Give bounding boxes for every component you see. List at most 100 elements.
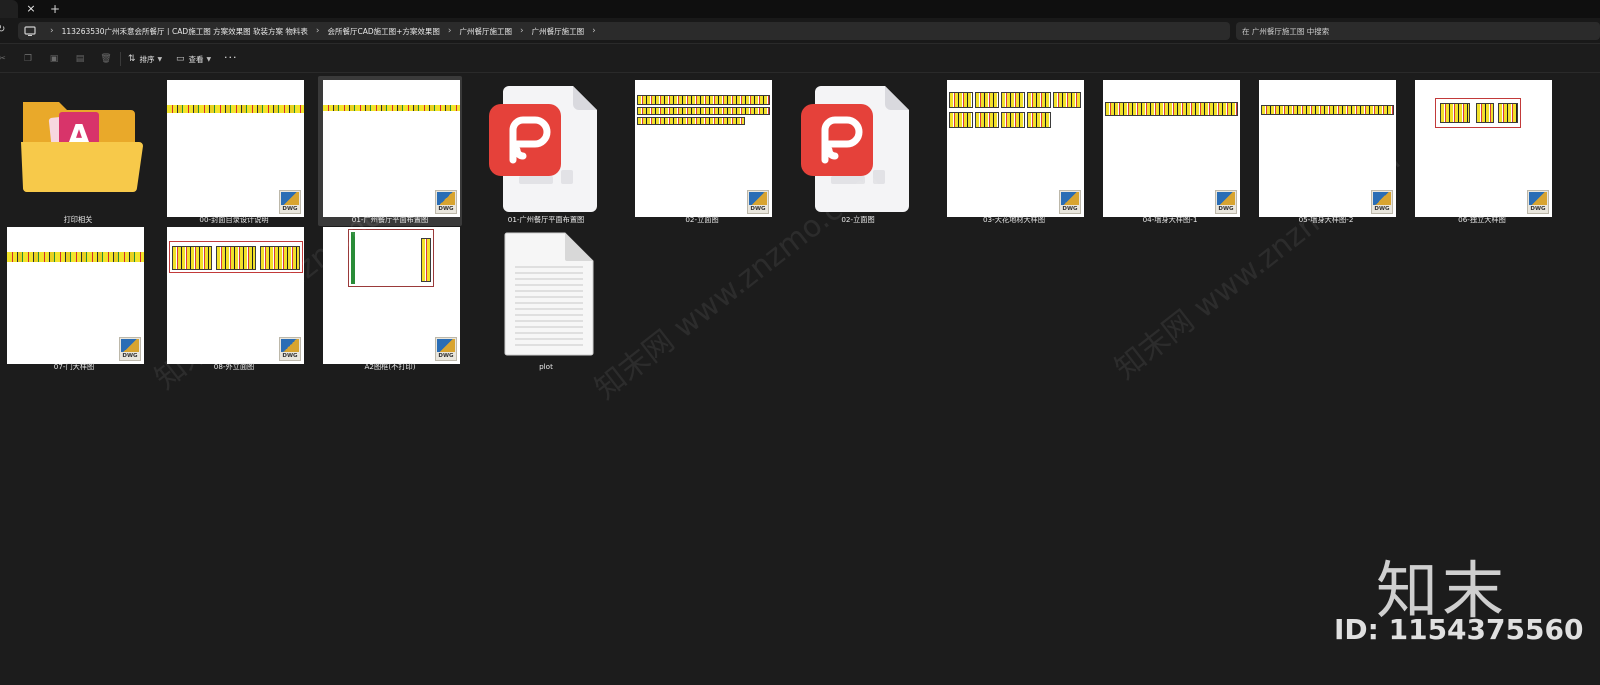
refresh-icon[interactable]: ↻ bbox=[0, 24, 7, 36]
cad-drawing bbox=[637, 107, 770, 115]
pdf-icon bbox=[801, 86, 909, 212]
dwg-thumbnail: DWG bbox=[7, 227, 144, 364]
file-item[interactable]: 02-立面图 bbox=[786, 76, 930, 226]
pdf-icon bbox=[489, 86, 597, 212]
dwg-thumbnail: DWG bbox=[1103, 80, 1240, 217]
address-row: ↻ › 113263530广州禾意会所餐厅丨CAD施工图 方案效果图 软装方案 … bbox=[0, 18, 1600, 44]
dwg-icon: DWG bbox=[1215, 190, 1237, 214]
item-label: A2图框(不打印) bbox=[364, 362, 416, 371]
folder-icon: A bbox=[21, 102, 143, 192]
file-item[interactable]: DWG 08-外立面图 bbox=[162, 223, 306, 373]
file-item[interactable]: plot bbox=[474, 223, 618, 373]
tab-bar: × + bbox=[0, 0, 1600, 18]
divider bbox=[120, 52, 121, 66]
dwg-thumbnail: DWG bbox=[323, 227, 460, 364]
chevron-right-icon[interactable]: › bbox=[42, 26, 62, 36]
file-item[interactable]: DWG 04-墙身大样图-1 bbox=[1098, 76, 1242, 226]
cad-drawing bbox=[1027, 112, 1051, 128]
sort-label: 排序 bbox=[139, 54, 155, 64]
item-label: 04-墙身大样图-1 bbox=[1142, 215, 1198, 224]
chevron-down-icon: ▼ bbox=[157, 55, 163, 63]
breadcrumb: › 113263530广州禾意会所餐厅丨CAD施工图 方案效果图 软装方案 物料… bbox=[42, 22, 604, 40]
cad-drawing bbox=[1001, 92, 1025, 108]
dwg-thumbnail: DWG bbox=[947, 80, 1084, 217]
cad-drawing bbox=[1001, 112, 1025, 128]
file-item[interactable]: DWG 07-门大样图 bbox=[2, 223, 146, 373]
dwg-icon: DWG bbox=[435, 190, 457, 214]
brand-id: ID: 1154375560 bbox=[1334, 613, 1584, 646]
dwg-thumbnail: DWG bbox=[323, 80, 460, 217]
view-icon: ▭ bbox=[176, 54, 185, 64]
dwg-thumbnail: DWG bbox=[1259, 80, 1396, 217]
chevron-down-icon: ▼ bbox=[206, 55, 212, 63]
file-item[interactable]: DWG 05-墙身大样图-2 bbox=[1254, 76, 1398, 226]
paste-icon[interactable]: ▣ bbox=[48, 53, 60, 65]
item-label: 02-立面图 bbox=[685, 215, 719, 224]
chevron-right-icon[interactable]: › bbox=[512, 26, 532, 36]
text-file-icon bbox=[504, 232, 594, 356]
new-tab-icon[interactable]: + bbox=[48, 2, 62, 16]
chevron-right-icon[interactable]: › bbox=[440, 26, 460, 36]
file-item[interactable]: 01-广州餐厅平面布置图 bbox=[474, 76, 618, 226]
dwg-thumbnail: DWG bbox=[167, 227, 304, 364]
file-item[interactable]: DWG 00-封面目录设计说明 bbox=[162, 76, 306, 226]
chevron-right-icon[interactable]: › bbox=[308, 26, 328, 36]
cad-drawing bbox=[1261, 105, 1394, 115]
file-item[interactable]: DWG 02-立面图 bbox=[630, 76, 774, 226]
file-item[interactable]: DWG A2图框(不打印) bbox=[318, 223, 462, 373]
cad-drawing bbox=[1105, 102, 1238, 116]
more-options-button[interactable]: ··· bbox=[224, 51, 238, 67]
item-label: 02-立面图 bbox=[841, 215, 875, 224]
breadcrumb-item[interactable]: 会所餐厅CAD施工图+方案效果图 bbox=[327, 26, 439, 37]
cad-drawing bbox=[7, 252, 144, 262]
file-item[interactable]: DWG 01-广州餐厅平面布置图 bbox=[318, 76, 462, 226]
address-bar[interactable]: › 113263530广州禾意会所餐厅丨CAD施工图 方案效果图 软装方案 物料… bbox=[18, 22, 1230, 40]
cad-drawing bbox=[975, 112, 999, 128]
folder-item[interactable]: A 打印相关 bbox=[6, 76, 150, 226]
item-label: 05-墙身大样图-2 bbox=[1298, 215, 1354, 224]
dwg-thumbnail: DWG bbox=[1415, 80, 1552, 217]
cad-drawing bbox=[949, 112, 973, 128]
cad-drawing bbox=[348, 229, 434, 287]
item-label: 06-独立大样图 bbox=[1458, 215, 1506, 224]
dwg-icon: DWG bbox=[1059, 190, 1081, 214]
breadcrumb-item[interactable]: 广州餐厅施工图 bbox=[532, 26, 585, 37]
delete-icon[interactable]: 🗑 bbox=[100, 53, 112, 65]
cad-drawing bbox=[323, 105, 460, 111]
command-bar: ✂ ❐ ▣ ▤ 🗑 ⇅ 排序 ▼ ▭ 查看 ▼ ··· bbox=[0, 45, 1600, 73]
sort-icon: ⇅ bbox=[128, 54, 136, 64]
view-label: 查看 bbox=[188, 54, 204, 64]
breadcrumb-item[interactable]: 广州餐厅施工图 bbox=[460, 26, 513, 37]
dwg-icon: DWG bbox=[747, 190, 769, 214]
dwg-icon: DWG bbox=[435, 337, 457, 361]
cad-drawing bbox=[975, 92, 999, 108]
breadcrumb-item[interactable]: 113263530广州禾意会所餐厅丨CAD施工图 方案效果图 软装方案 物料表 bbox=[62, 26, 308, 37]
search-input[interactable] bbox=[1242, 22, 1582, 40]
cad-drawing bbox=[637, 95, 770, 105]
cad-drawing bbox=[169, 241, 303, 273]
copy-icon[interactable]: ❐ bbox=[22, 53, 34, 65]
sort-button[interactable]: ⇅ 排序 ▼ bbox=[128, 51, 162, 67]
dwg-icon: DWG bbox=[119, 337, 141, 361]
close-tab-icon[interactable]: × bbox=[24, 2, 38, 16]
rename-icon[interactable]: ▤ bbox=[74, 53, 86, 65]
cad-drawing bbox=[1435, 98, 1521, 128]
file-item[interactable]: DWG 03-天花地材大样图 bbox=[942, 76, 1086, 226]
item-label: plot bbox=[539, 362, 553, 371]
active-tab[interactable] bbox=[0, 0, 18, 18]
view-button[interactable]: ▭ 查看 ▼ bbox=[176, 51, 211, 67]
cut-icon[interactable]: ✂ bbox=[0, 53, 8, 65]
item-label: 03-天花地材大样图 bbox=[982, 215, 1046, 224]
cad-drawing bbox=[949, 92, 973, 108]
search-box[interactable] bbox=[1236, 22, 1600, 40]
item-label: 07-门大样图 bbox=[53, 362, 95, 371]
chevron-right-icon[interactable]: › bbox=[584, 26, 604, 36]
dwg-thumbnail: DWG bbox=[167, 80, 304, 217]
monitor-icon bbox=[24, 26, 36, 36]
dwg-icon: DWG bbox=[279, 337, 301, 361]
dwg-icon: DWG bbox=[1371, 190, 1393, 214]
dwg-icon: DWG bbox=[1527, 190, 1549, 214]
file-item[interactable]: DWG 06-独立大样图 bbox=[1410, 76, 1554, 226]
dwg-icon: DWG bbox=[279, 190, 301, 214]
cad-drawing bbox=[1027, 92, 1051, 108]
